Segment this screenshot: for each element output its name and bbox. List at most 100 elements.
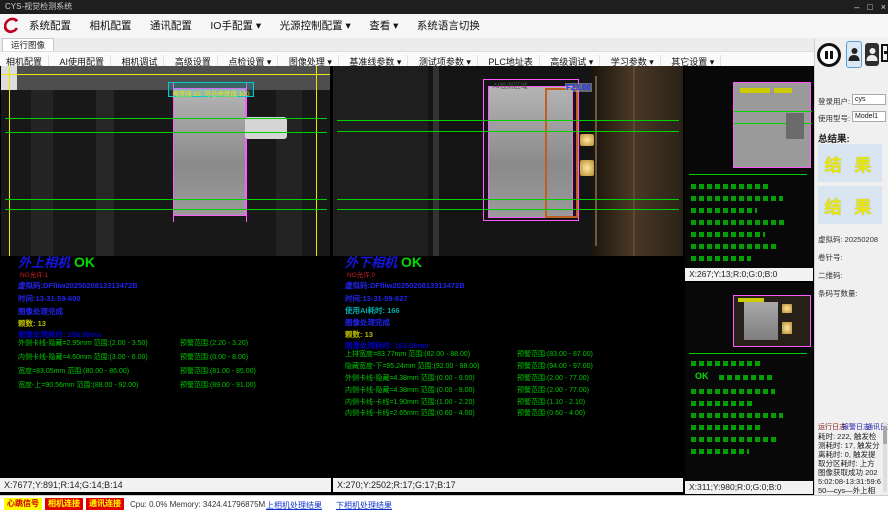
window-controls: – □ × bbox=[854, 0, 886, 14]
maximize-icon[interactable]: □ bbox=[867, 0, 872, 14]
warn-range: 预警范围:(2.00 - 77.00) bbox=[517, 385, 589, 395]
warn-range: 预警范围:(0.60 - 4.00) bbox=[517, 408, 585, 418]
close-icon[interactable]: × bbox=[881, 0, 886, 14]
machine-top-band bbox=[1, 66, 330, 90]
measure-value: 内侧卡线-卡线=1.90mm 范围:(1.00 - 2.20) bbox=[345, 399, 475, 406]
model-input[interactable]: Model1 bbox=[852, 111, 886, 122]
text-line bbox=[691, 184, 769, 189]
result-display-bottom: 结 果 bbox=[818, 186, 882, 224]
user-icon bbox=[867, 48, 878, 61]
left-camera-name: 外上相机 bbox=[18, 255, 70, 270]
menu-system-config[interactable]: 系统配置 bbox=[22, 14, 78, 38]
measure-row: 隐藏宽度-下=95.24mm 范围:(92.00 - 98.00) 预警范围:(… bbox=[345, 361, 675, 371]
exit-button[interactable] bbox=[881, 42, 888, 67]
thumb-overlay-label bbox=[740, 88, 770, 93]
measure-row: 宽度=83.05mm 范围:(80.00 - 86.00) 预警范围:(81.0… bbox=[18, 366, 318, 376]
menu-language-switch[interactable]: 系统语言切换 bbox=[410, 14, 487, 38]
thumb-top-image[interactable] bbox=[685, 66, 813, 268]
measure-row: 外侧卡线-隐藏=2.95mm 范围:(2.00 - 3.50) 预警范围:(2.… bbox=[18, 338, 318, 348]
machine-texture bbox=[96, 90, 114, 256]
warn-range: 预警范围:(81.00 - 85.00) bbox=[180, 366, 256, 376]
center-count: 颗数: 13 bbox=[345, 329, 373, 340]
center-ai-elapsed: 使用AI耗时: 166 bbox=[345, 305, 400, 316]
pause-button[interactable] bbox=[817, 43, 841, 67]
warn-range: 预警范围:(1.10 - 2.10) bbox=[517, 397, 585, 407]
menu-view[interactable]: 查看 ▾ bbox=[362, 14, 405, 38]
machine-brown-block bbox=[591, 66, 683, 256]
measure-line bbox=[337, 120, 679, 121]
thumb-panel-top: X:267;Y:13;R:0;G:0;B:0 bbox=[685, 66, 813, 281]
battery-cell-region bbox=[173, 88, 246, 216]
thumb-grey-cell bbox=[744, 302, 778, 340]
user-switch-button[interactable] bbox=[865, 43, 879, 66]
machine-texture bbox=[333, 66, 428, 256]
center-ok-status: OK bbox=[397, 254, 422, 270]
left-camera-panel: 亮度值:93, 符合亮度值:100 外上相机OK NG允许:1 虚拟码:DFfi… bbox=[0, 66, 331, 492]
machine-texture bbox=[433, 66, 439, 256]
warn-range: 预警范围:(89.00 - 91.00) bbox=[180, 380, 256, 390]
text-line bbox=[691, 413, 783, 418]
measure-row: 上排宽度=83.77mm 范围:(82.00 - 88.00) 预警范围:(83… bbox=[345, 349, 675, 359]
left-ng-allow: NG允许:1 bbox=[20, 269, 48, 279]
pause-icon bbox=[825, 51, 828, 59]
left-count: 颗数: 13 bbox=[18, 318, 46, 329]
virtual-code-line: 虚拟码: 20250208 bbox=[818, 234, 878, 245]
qr-code-label: 二维码: bbox=[818, 270, 843, 281]
center-camera-image[interactable]: AI检测区域 F23.60 bbox=[333, 66, 683, 256]
text-line bbox=[691, 196, 783, 201]
measure-line bbox=[5, 199, 327, 200]
total-result-label: 总结果: bbox=[818, 131, 850, 145]
left-ok-status: OK bbox=[70, 254, 95, 270]
warn-range: 预警范围:(2.20 - 3.20) bbox=[180, 338, 248, 348]
measure-value: 隐藏宽度-下=95.24mm 范围:(92.00 - 98.00) bbox=[345, 363, 479, 370]
glow-spot bbox=[580, 160, 594, 176]
warn-range: 预警范围:(94.00 - 97.00) bbox=[517, 361, 593, 371]
text-line bbox=[691, 437, 779, 442]
thumb-overlay-label bbox=[738, 298, 764, 302]
scrollbar-thumb[interactable] bbox=[883, 426, 887, 444]
left-time: 时间:13-31-59-600 bbox=[18, 293, 81, 304]
text-line bbox=[691, 425, 763, 430]
left-process-done: 图像处理完成 bbox=[18, 306, 63, 317]
gripper-part bbox=[245, 117, 287, 139]
measure-value: 内侧卡线-卡线=2.65mm 范围:(0.60 - 4.00) bbox=[345, 410, 475, 417]
needle-number-label: 卷针号: bbox=[818, 252, 843, 263]
center-process-done: 图像处理完成 bbox=[345, 317, 390, 328]
measure-line bbox=[337, 131, 679, 132]
measure-value: 内侧卡线-隐藏=4.38mm 范围:(0.00 - 9.00) bbox=[345, 387, 475, 394]
lower-camera-result-link[interactable]: 下相机处理结果 bbox=[336, 500, 392, 511]
menu-light-config[interactable]: 光源控制配置 ▾ bbox=[273, 14, 358, 38]
minimize-icon[interactable]: – bbox=[854, 0, 859, 14]
thumb-bottom-image[interactable]: OK bbox=[685, 283, 813, 481]
thumb-cell-region bbox=[733, 295, 811, 347]
user-mode-button-selected[interactable] bbox=[846, 41, 862, 68]
left-camera-image[interactable]: 亮度值:93, 符合亮度值:100 bbox=[1, 66, 330, 256]
title-bar: CYS-视觉检测系统 – □ × bbox=[0, 0, 888, 14]
glow-spot bbox=[580, 134, 594, 146]
magenta-edge-line bbox=[173, 82, 174, 222]
menu-camera-config[interactable]: 相机配置 bbox=[82, 14, 138, 38]
tab-run-image[interactable]: 运行图像 bbox=[2, 38, 54, 51]
log-scrollbar[interactable] bbox=[883, 422, 887, 492]
measure-line bbox=[337, 209, 679, 210]
menu-bar: 系统配置 相机配置 通讯配置 IO手配置 ▾ 光源控制配置 ▾ 查看 ▾ 系统语… bbox=[0, 14, 888, 39]
warn-range: 预警范围:(2.00 - 77.00) bbox=[517, 373, 589, 383]
login-user-label: 登录用户: bbox=[818, 96, 850, 107]
side-panel: 登录用户: cys 使用型号: Model1 总结果: 结 果 结 果 虚拟码:… bbox=[814, 38, 888, 495]
yellow-guide-line bbox=[1, 74, 330, 75]
warn-range: 预警范围:(0.00 - 8.00) bbox=[180, 352, 248, 362]
menu-io-config[interactable]: IO手配置 ▾ bbox=[203, 14, 268, 38]
status-bar: 心跳信号 相机连接 通讯连接 Cpu: 0.0% Memory: 3424.41… bbox=[0, 495, 888, 522]
heartbeat-status-badge: 心跳信号 bbox=[4, 498, 42, 510]
thumb-ok-status: OK bbox=[695, 371, 709, 381]
center-time: 时间:13-31-59-627 bbox=[345, 293, 408, 304]
text-line bbox=[691, 361, 761, 366]
measure-line bbox=[5, 209, 327, 210]
thumb-dark-patch bbox=[786, 113, 804, 139]
upper-camera-result-link[interactable]: 上相机处理结果 bbox=[266, 500, 322, 511]
login-user-input[interactable]: cys bbox=[852, 94, 886, 105]
ai-region-label: AI检测区域 bbox=[493, 81, 528, 91]
result-display-top: 结 果 bbox=[818, 144, 882, 182]
menu-comm-config[interactable]: 通讯配置 bbox=[143, 14, 199, 38]
app-logo-icon bbox=[4, 17, 21, 34]
